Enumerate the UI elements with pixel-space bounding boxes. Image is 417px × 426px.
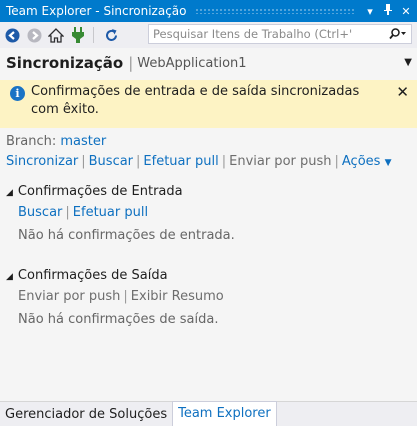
notification-message: Confirmações de entrada e de saída sincr… — [31, 84, 360, 117]
pin-icon[interactable] — [381, 4, 395, 18]
page-dropdown-icon[interactable]: ▼ — [404, 57, 412, 68]
tab-solution-explorer[interactable]: Gerenciador de Soluções — [0, 404, 172, 426]
actions-menu-label: Ações — [341, 154, 381, 169]
tab-team-explorer[interactable]: Team Explorer — [172, 401, 277, 426]
incoming-fetch-link[interactable]: Buscar — [18, 205, 62, 220]
outgoing-empty-text: Não há confirmações de saída. — [18, 312, 219, 327]
fetch-link[interactable]: Buscar — [89, 154, 133, 169]
forward-icon[interactable] — [24, 25, 44, 45]
branch-label: Branch: — [6, 134, 57, 149]
close-notification-icon[interactable]: ✕ — [396, 83, 409, 101]
window-menu-dropdown-icon[interactable]: ▾ — [363, 5, 377, 18]
push-link-disabled: Enviar por push — [229, 154, 332, 169]
pull-link[interactable]: Efetuar pull — [143, 154, 218, 169]
info-icon: i — [10, 86, 25, 101]
incoming-pull-link[interactable]: Efetuar pull — [73, 205, 148, 220]
outgoing-push-link-disabled: Enviar por push — [18, 289, 121, 304]
collapse-triangle-icon[interactable]: ◢ — [6, 183, 13, 203]
toolbar-separator — [93, 27, 94, 43]
collapse-triangle-icon[interactable]: ◢ — [6, 267, 13, 287]
header-divider: | — [128, 54, 134, 72]
page-header: Sincronização | WebApplication1 ▼ — [0, 48, 417, 78]
actions-menu[interactable]: Ações ▼ — [342, 154, 392, 169]
sync-content: Branch: master Sincronizar | Buscar | Efetua… — [0, 130, 417, 330]
incoming-actions: Buscar | Efetuar pull — [18, 205, 149, 220]
home-icon[interactable] — [46, 25, 66, 45]
title-bar: Team Explorer - Sincronização ▾ ✕ — [0, 0, 417, 22]
bottom-tab-strip: Gerenciador de Soluções Team Explorer — [0, 401, 417, 426]
close-window-icon[interactable]: ✕ — [399, 5, 413, 18]
sync-notification: i Confirmações de entrada e de saída sin… — [0, 80, 417, 128]
view-summary-link-disabled: Exibir Resumo — [130, 289, 224, 304]
outgoing-section-header[interactable]: ◢ Confirmações de Saída — [0, 266, 417, 287]
page-title: Sincronização — [6, 54, 124, 72]
outgoing-title: Confirmações de Saída — [17, 268, 168, 283]
window-title: Team Explorer - Sincronização — [6, 4, 187, 18]
outgoing-actions: Enviar por push | Exibir Resumo — [18, 289, 224, 304]
actions-chevron-down-icon: ▼ — [384, 158, 392, 168]
toolbar — [0, 22, 417, 48]
search-input[interactable] — [149, 27, 385, 41]
title-grip[interactable] — [194, 8, 355, 14]
sync-link[interactable]: Sincronizar — [6, 154, 78, 169]
sync-actions: Sincronizar | Buscar | Efetuar pull | Enviar p… — [6, 154, 392, 169]
back-icon[interactable] — [2, 25, 22, 45]
incoming-empty-text: Não há confirmações de entrada. — [18, 228, 235, 243]
branch-link[interactable]: master — [60, 134, 106, 149]
search-icon[interactable] — [385, 28, 411, 40]
incoming-title: Confirmações de Entrada — [17, 184, 183, 199]
project-name: WebApplication1 — [137, 55, 247, 71]
plug-icon[interactable] — [68, 25, 88, 45]
refresh-icon[interactable] — [101, 25, 121, 45]
branch-row: Branch: master — [0, 132, 417, 152]
search-box[interactable] — [148, 24, 412, 44]
incoming-section-header[interactable]: ◢ Confirmações de Entrada — [0, 182, 417, 203]
